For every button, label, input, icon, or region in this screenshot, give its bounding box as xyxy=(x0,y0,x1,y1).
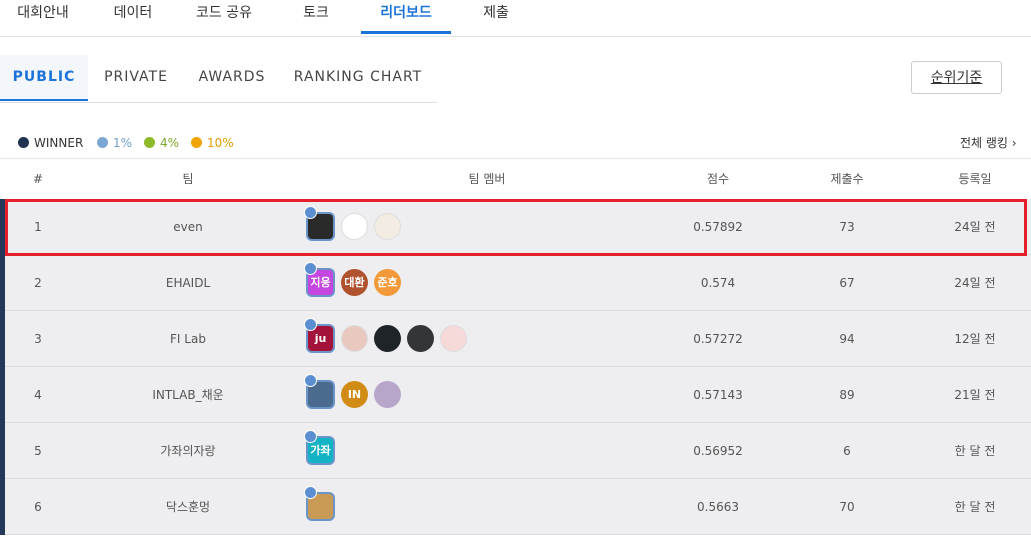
member-avatar[interactable] xyxy=(374,325,401,352)
col-team: 팀 xyxy=(182,172,194,186)
leaderboard-tabs: PUBLIC PRIVATE AWARDS RANKING CHART xyxy=(0,55,437,103)
col-rank: # xyxy=(32,172,44,186)
legend-10pct: 10% xyxy=(191,135,234,151)
cell-rank: 5 xyxy=(34,444,42,458)
member-avatar[interactable]: 대환 xyxy=(341,269,368,296)
table-row[interactable]: 3 FI Lab 0.57272 94 12일 전 ju xyxy=(0,311,1031,367)
col-submissions: 제출수 xyxy=(830,172,864,186)
cell-rank: 3 xyxy=(34,332,42,346)
row-accent-bar xyxy=(0,255,5,311)
cell-submissions: 73 xyxy=(839,220,855,234)
cell-rank: 1 xyxy=(34,220,42,234)
row-accent-bar xyxy=(0,423,5,479)
member-avatar[interactable] xyxy=(440,325,467,352)
table-row[interactable]: 1 even 0.57892 73 24일 전 xyxy=(0,199,1031,255)
legend-4pct: 4% xyxy=(144,135,179,151)
cell-date: 한 달 전 xyxy=(954,500,996,514)
leader-crown-icon xyxy=(304,430,317,443)
cell-rank: 4 xyxy=(34,388,42,402)
tab-awards[interactable]: AWARDS xyxy=(192,55,272,101)
tab-ranking-chart[interactable]: RANKING CHART xyxy=(288,55,428,101)
table-row[interactable]: 2 EHAIDL 0.574 67 24일 전 지웅 대환 준호 xyxy=(0,255,1031,311)
member-avatar[interactable] xyxy=(341,213,368,240)
member-avatar[interactable] xyxy=(374,213,401,240)
nav-talk[interactable]: 토크 xyxy=(302,0,330,34)
col-date: 등록일 xyxy=(958,172,992,186)
all-ranking-link[interactable]: 전체 랭킹 › xyxy=(960,135,1017,151)
member-avatar[interactable]: 준호 xyxy=(374,269,401,296)
tab-public[interactable]: PUBLIC xyxy=(0,55,88,101)
cell-score: 0.57143 xyxy=(693,388,743,402)
legend-1pct: 1% xyxy=(97,135,132,151)
row-accent-bar xyxy=(0,311,5,367)
cell-score: 0.574 xyxy=(700,276,736,290)
nav-code-share[interactable]: 코드 공유 xyxy=(193,0,255,34)
cell-date: 24일 전 xyxy=(954,220,996,234)
cell-team[interactable]: FI Lab xyxy=(138,311,238,367)
row-accent-bar xyxy=(0,199,5,255)
leader-crown-icon xyxy=(304,262,317,275)
cell-score: 0.5663 xyxy=(697,500,739,514)
cell-date: 24일 전 xyxy=(954,276,996,290)
leader-crown-icon xyxy=(304,318,317,331)
4pct-dot-icon xyxy=(144,137,155,148)
cell-team[interactable]: EHAIDL xyxy=(138,255,238,311)
member-avatar[interactable] xyxy=(407,325,434,352)
col-members: 팀 멤버 xyxy=(468,172,506,186)
row-accent-bar xyxy=(0,479,5,535)
table-row[interactable]: 4 INTLAB_채운 0.57143 89 21일 전 IN xyxy=(0,367,1031,423)
tab-private[interactable]: PRIVATE xyxy=(96,55,176,101)
cell-score: 0.57892 xyxy=(693,220,743,234)
cell-rank: 6 xyxy=(34,500,42,514)
table-row[interactable]: 6 닥스훈멍 0.5663 70 한 달 전 xyxy=(0,479,1031,535)
leader-crown-icon xyxy=(304,206,317,219)
member-avatar[interactable]: IN xyxy=(341,381,368,408)
nav-data[interactable]: 데이터 xyxy=(112,0,154,34)
nav-submit[interactable]: 제출 xyxy=(481,0,511,34)
leader-crown-icon xyxy=(304,374,317,387)
cell-team[interactable]: INTLAB_채운 xyxy=(138,367,238,423)
table-row[interactable]: 5 가좌의자랑 0.56952 6 한 달 전 가좌 xyxy=(0,423,1031,479)
top-nav: 대회안내 데이터 코드 공유 토크 리더보드 제출 xyxy=(0,0,1031,37)
leader-crown-icon xyxy=(304,486,317,499)
cell-submissions: 67 xyxy=(839,276,855,290)
cell-score: 0.56952 xyxy=(693,444,743,458)
cell-date: 한 달 전 xyxy=(954,444,996,458)
cell-team[interactable]: 닥스훈멍 xyxy=(138,479,238,535)
ranking-criteria-button[interactable]: 순위기준 xyxy=(911,61,1002,94)
cell-submissions: 70 xyxy=(839,500,855,514)
cell-team[interactable]: 가좌의자랑 xyxy=(138,423,238,479)
10pct-dot-icon xyxy=(191,137,202,148)
cell-date: 12일 전 xyxy=(954,332,996,346)
cell-score: 0.57272 xyxy=(693,332,743,346)
member-avatar[interactable] xyxy=(374,381,401,408)
col-score: 점수 xyxy=(706,172,730,186)
cell-submissions: 6 xyxy=(843,444,851,458)
cell-rank: 2 xyxy=(34,276,42,290)
cell-team[interactable]: even xyxy=(138,199,238,255)
cell-date: 21일 전 xyxy=(954,388,996,402)
1pct-dot-icon xyxy=(97,137,108,148)
table-header: # 팀 팀 멤버 점수 제출수 등록일 xyxy=(0,158,1031,199)
nav-info[interactable]: 대회안내 xyxy=(14,0,72,34)
row-accent-bar xyxy=(0,367,5,423)
winner-dot-icon xyxy=(18,137,29,148)
nav-leaderboard[interactable]: 리더보드 xyxy=(361,0,451,34)
cell-submissions: 94 xyxy=(839,332,855,346)
member-avatar[interactable] xyxy=(341,325,368,352)
legend-winner: WINNER xyxy=(18,135,83,151)
cell-submissions: 89 xyxy=(839,388,855,402)
